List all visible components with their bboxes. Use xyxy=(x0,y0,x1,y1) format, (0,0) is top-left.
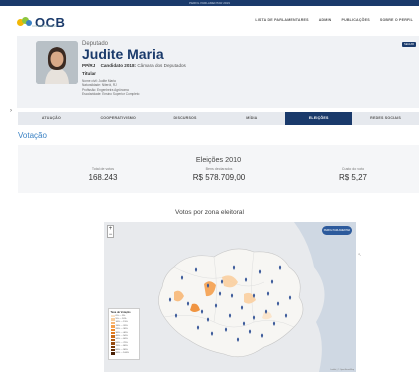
legend-swatch xyxy=(110,321,115,325)
legend-swatch xyxy=(110,352,115,355)
legend-swatch xyxy=(110,345,115,349)
top-bar: PERFIL PARLAMENTAR 2019 xyxy=(0,0,419,6)
tab-discursos[interactable]: DISCURSOS xyxy=(152,112,219,125)
logo-mark-icon xyxy=(17,16,33,28)
legend-swatch xyxy=(110,328,115,332)
stat-label: Custo do voto xyxy=(341,167,365,171)
legend-swatch xyxy=(110,349,115,352)
candidate-label: Candidato 2018: xyxy=(100,63,137,68)
map-badge: PERFIL PARLAMENTAR xyxy=(322,226,352,235)
person-photo-icon xyxy=(36,41,78,84)
legend-swatch xyxy=(110,325,115,328)
tab-midia[interactable]: MÍDIA xyxy=(218,112,285,125)
profile-info: Deputado Judite Maria PP/RJ Candidato 20… xyxy=(82,41,186,97)
tab-eleicoes[interactable]: ELEIÇÕES xyxy=(285,112,353,125)
map-title: Votos por zona eleitoral xyxy=(175,209,244,216)
tab-cooperativismo[interactable]: COOPERATIVISMO xyxy=(85,112,152,125)
party-label: PP/RJ xyxy=(82,63,96,68)
stat-total-votes: Total de votos 168.243 xyxy=(73,167,133,182)
legend-swatch xyxy=(110,315,115,318)
cursor-icon: ↖ xyxy=(358,252,362,257)
nav-link-admin[interactable]: ADMIN xyxy=(319,18,332,22)
logo-subtitle: CONFEDERAÇÃO xyxy=(32,24,58,28)
section-title: Votação xyxy=(18,131,47,140)
party-row: PP/RJ Candidato 2018: Câmara dos Deputad… xyxy=(82,63,186,68)
profile-photo xyxy=(36,41,78,84)
stat-label: Bens declarados xyxy=(205,167,233,171)
zoom-out-button[interactable]: − xyxy=(108,232,113,238)
nav-links: LISTA DE PARLAMENTARES ADMIN PUBLICAÇÕES… xyxy=(255,18,413,22)
election-summary: Eleições 2010 Total de votos 168.243 Ben… xyxy=(18,145,419,193)
legend-swatch xyxy=(110,332,115,335)
stat-label: Total de votos xyxy=(91,167,115,171)
status-label: Titular xyxy=(82,71,96,76)
candidate-value: Câmara dos Deputados xyxy=(137,63,186,68)
vote-map[interactable]: + − PERFIL PARLAMENTAR Taxa de Votação 0… xyxy=(104,222,356,372)
legend-swatch xyxy=(110,338,115,342)
stat-cost-per-vote: Custo do voto R$ 5,27 xyxy=(328,167,378,182)
election-title: Eleições 2010 xyxy=(195,155,242,164)
legend-title: Taxa de Votação xyxy=(110,310,131,314)
map-legend: Taxa de Votação 0% — 5% 5% — 10% 10% — 15%… xyxy=(108,308,140,360)
profile-name: Judite Maria xyxy=(82,46,164,62)
stat-value: R$ 5,27 xyxy=(338,173,368,182)
chevron-left-icon[interactable]: › xyxy=(10,108,12,114)
stat-value: R$ 578.709,00 xyxy=(192,173,246,182)
legend-swatch xyxy=(110,335,115,338)
stat-assets: Bens declarados R$ 578.709,00 xyxy=(188,167,250,182)
navbar: OCB LISTA DE PARLAMENTARES ADMIN PUBLICA… xyxy=(17,8,419,36)
nav-link-sobre[interactable]: SOBRE O PERFIL xyxy=(380,18,413,22)
legend-swatch xyxy=(110,342,115,345)
tab-bar: ATUAÇÃO COOPERATIVISMO DISCURSOS MÍDIA E… xyxy=(18,112,419,125)
legend-row: 90% — 100% xyxy=(110,351,138,355)
nav-link-publicacoes[interactable]: PUBLICAÇÕES xyxy=(341,18,369,22)
tab-redes-sociais[interactable]: REDES SOCIAIS xyxy=(352,112,419,125)
nav-link-parlamentares[interactable]: LISTA DE PARLAMENTARES xyxy=(255,18,308,22)
detail-line: Escolaridade: Ensino Superior Completo xyxy=(82,92,140,97)
map-canvas[interactable] xyxy=(104,222,356,372)
map-attribution[interactable]: Leaflet | © OpenStreetMap xyxy=(330,369,354,371)
profile-details: Nome civil: Judite Maria Naturalidade: N… xyxy=(82,79,186,97)
zoom-control: + − xyxy=(107,225,114,238)
stat-value: 168.243 xyxy=(88,173,118,182)
legend-label: 90% — 100% xyxy=(115,351,129,354)
follow-button[interactable]: SEGUIR xyxy=(402,42,416,47)
legend-swatch xyxy=(110,318,115,321)
tab-atuacao[interactable]: ATUAÇÃO xyxy=(18,112,85,125)
